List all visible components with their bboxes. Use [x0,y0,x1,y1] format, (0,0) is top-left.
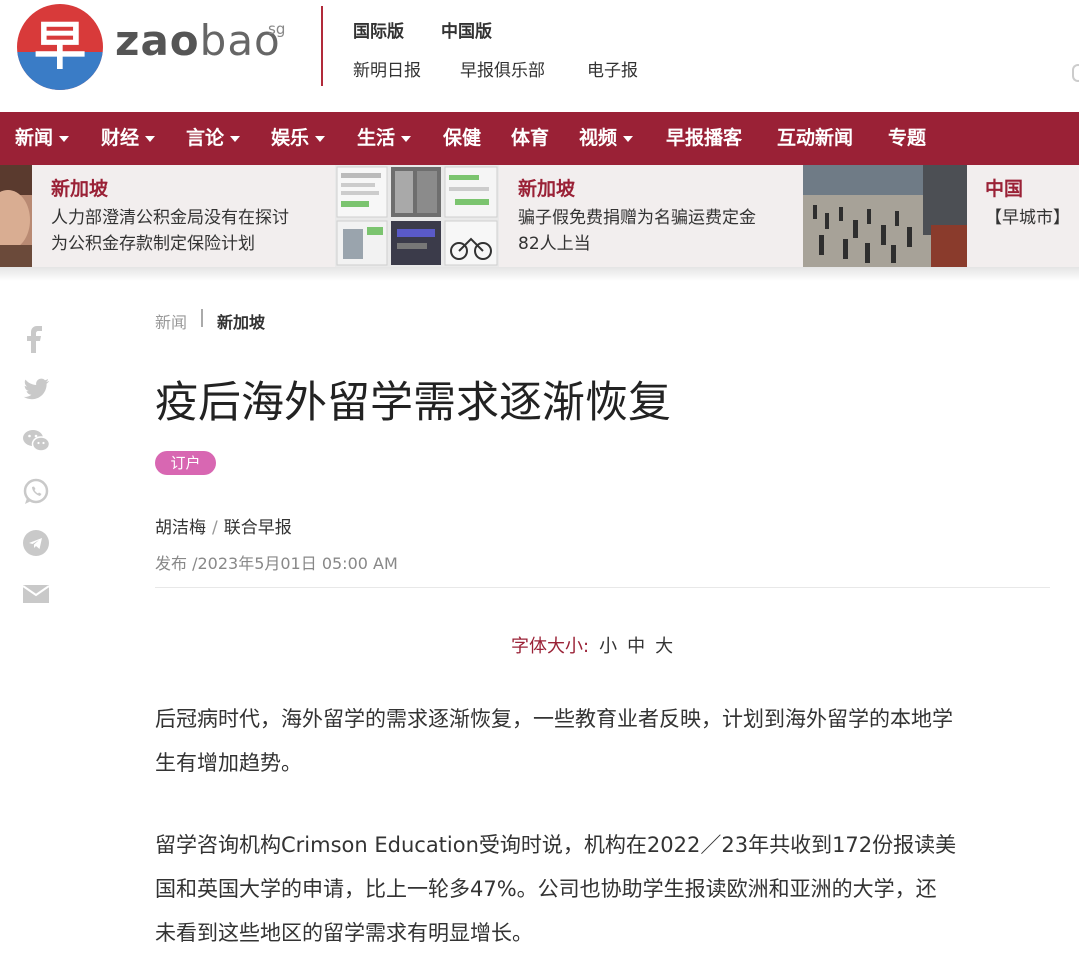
chevron-down-icon [315,135,326,142]
paragraph-line: 留学咨询机构Crimson Education受询时说，机构在2022／23年共… [155,833,957,857]
ticker-headline[interactable]: 骗子假免费捐赠为名骗运费定金 82人上当 [518,205,756,257]
xinming-daily-link[interactable]: 新明日报 [353,56,421,81]
nav-item-special[interactable]: 专题 [888,112,926,165]
zaobao-club-link[interactable]: 早报俱乐部 [460,56,545,81]
telegram-icon[interactable] [22,529,50,557]
nav-item-label: 早报播客 [666,127,743,149]
logo-suffix: sg [268,20,286,38]
site-header: 早 zaobao sg 国际版 中国版 新明日报 早报俱乐部 电子报 [0,0,1079,112]
nav-item-video[interactable]: 视频 [579,112,634,165]
logo-glyph: 早 [33,17,86,77]
main-nav: 新闻 财经 言论 娱乐 生活 保健 体育 视频 早报播客 互动新闻 专题 [0,112,1079,165]
nav-item-health[interactable]: 保健 [443,112,481,165]
ticker-headline[interactable]: 人力部澄清公积金局没有在探讨 为公积金存款制定保险计划 [51,205,289,257]
whatsapp-icon[interactable] [22,478,50,506]
ticker-thumbnail[interactable] [335,165,499,267]
nav-item-sports[interactable]: 体育 [511,112,549,165]
font-size-medium-button[interactable]: 中 [627,636,645,657]
breadcrumb-section[interactable]: 新闻 [155,309,187,333]
paragraph-line: 生有增加趋势。 [155,751,302,775]
nav-item-label: 保健 [443,127,482,149]
chevron-down-icon [145,135,156,142]
font-size-small-button[interactable]: 小 [599,636,617,657]
logo-word-bold: zao [115,16,200,65]
chevron-down-icon [623,135,634,142]
nav-item-label: 言论 [186,127,225,149]
nav-item-opinion[interactable]: 言论 [186,112,241,165]
ticker-headline-line: 人力部澄清公积金局没有在探讨 [51,208,289,228]
paragraph-line: 国和英国大学的申请，比上一轮多47%。公司也协助学生报读欧洲和亚洲的大学，还 [155,877,937,901]
nav-item-entertainment[interactable]: 娱乐 [271,112,326,165]
nav-item-label: 视频 [579,127,618,149]
ticker-headline-line: 82人上当 [518,234,591,254]
ticker-thumbnail[interactable] [0,165,32,267]
nav-item-label: 互动新闻 [777,127,854,149]
article-paragraph: 留学咨询机构Crimson Education受询时说，机构在2022／23年共… [155,823,1055,955]
font-size-control: 字体大小: 小中大 [511,632,673,658]
nav-item-finance[interactable]: 财经 [101,112,156,165]
paragraph-line: 后冠病时代，海外留学的需求逐渐恢复，一些教育业者反映，计划到海外留学的本地学 [155,707,953,731]
edition-china-link[interactable]: 中国版 [441,17,492,42]
ticker-category[interactable]: 中国 [985,174,1023,201]
font-size-large-button[interactable]: 大 [655,636,673,657]
subscriber-badge: 订户 [155,451,216,475]
nav-item-lifestyle[interactable]: 生活 [357,112,412,165]
nav-item-label: 财经 [101,127,140,149]
zaobao-logo-icon[interactable]: 早 [17,4,103,90]
nav-item-label: 体育 [511,127,550,149]
font-size-label: 字体大小: [511,636,590,657]
nav-item-label: 新闻 [15,127,54,149]
ticker-headline-line: 骗子假免费捐赠为名骗运费定金 [518,208,756,228]
author-name[interactable]: 胡洁梅 [155,518,206,538]
nav-item-podcast[interactable]: 早报播客 [666,112,742,165]
ticker-headline-line: 为公积金存款制定保险计划 [51,234,255,254]
nav-item-label: 专题 [888,127,927,149]
wechat-icon[interactable] [22,427,50,455]
article-divider [155,587,1050,588]
ticker-headline[interactable]: 【早城市】 [985,205,1070,231]
ticker-shadow [0,267,1079,281]
header-divider [321,6,323,86]
breadcrumb-subsection[interactable]: 新加坡 [217,309,265,333]
facebook-icon[interactable] [22,325,50,353]
chevron-down-icon [230,135,241,142]
nav-item-label: 生活 [357,127,396,149]
publish-date: 发布 /2023年5月01日 05:00 AM [155,554,398,573]
ticker-category[interactable]: 新加坡 [51,174,108,201]
email-icon[interactable] [22,580,50,608]
ticker-headline-line: 【早城市】 [985,208,1070,228]
logo-wordmark[interactable]: zaobao [115,16,281,65]
edition-international-link[interactable]: 国际版 [353,17,404,42]
byline: 胡洁梅 / 联合早报 [155,513,292,538]
headline-ticker: 新加坡 人力部澄清公积金局没有在探讨 为公积金存款制定保险计划 新加坡 骗子假免… [0,165,1079,267]
article-paragraph: 后冠病时代，海外留学的需求逐渐恢复，一些教育业者反映，计划到海外留学的本地学 生… [155,697,1055,785]
publisher-name: 联合早报 [223,518,292,538]
byline-separator: / [212,518,218,538]
article-title: 疫后海外留学需求逐渐恢复 [155,378,671,428]
chevron-down-icon [401,135,412,142]
header-edge-control[interactable] [1072,64,1079,82]
nav-item-news[interactable]: 新闻 [15,112,70,165]
paragraph-line: 未看到这些地区的留学需求有明显增长。 [155,921,533,945]
nav-item-label: 娱乐 [271,127,310,149]
chevron-down-icon [59,135,70,142]
breadcrumb-separator [201,309,203,327]
ticker-thumbnail[interactable] [803,165,967,267]
nav-item-interactive[interactable]: 互动新闻 [777,112,853,165]
twitter-icon[interactable] [22,376,50,404]
ticker-category[interactable]: 新加坡 [518,174,575,201]
epaper-link[interactable]: 电子报 [587,56,638,81]
